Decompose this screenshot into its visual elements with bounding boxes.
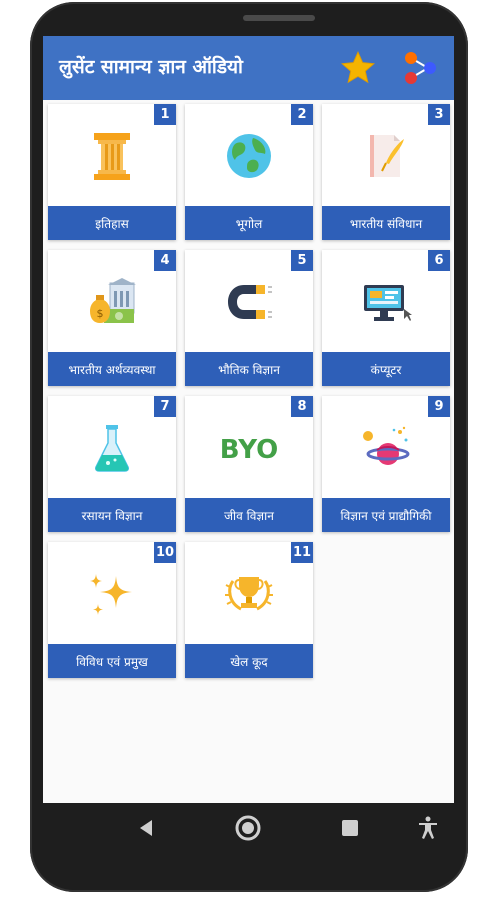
tile-label: जीव विज्ञान: [185, 498, 313, 532]
computer-icon: [364, 285, 412, 321]
tile-number: 8: [291, 396, 313, 417]
share-button[interactable]: [398, 46, 442, 90]
app-screen: लुसेंट सामान्य ज्ञान ऑडियो 1 इतिहास 2 भू…: [43, 36, 454, 803]
tile-number: 2: [291, 104, 313, 125]
favorite-button[interactable]: [336, 46, 380, 90]
tile-number: 11: [291, 542, 313, 563]
accessibility-icon: [419, 816, 437, 839]
tile-number: 7: [154, 396, 176, 417]
tile-label: भारतीय अर्थव्यवस्था: [48, 352, 176, 386]
tile-label: खेल कूद: [185, 644, 313, 678]
svg-text:BYO: BYO: [220, 435, 278, 465]
category-tile[interactable]: 1 इतिहास: [48, 104, 176, 240]
tile-label: भौतिक विज्ञान: [185, 352, 313, 386]
category-tile[interactable]: 11 खेल कूद: [185, 542, 313, 678]
magnet-icon: [228, 285, 272, 319]
flask-icon: [95, 425, 129, 472]
category-tile[interactable]: 9 विज्ञान एवं प्राद्यौगिकी: [322, 396, 450, 532]
svg-text:$: $: [97, 307, 104, 320]
share-icon: [405, 52, 436, 84]
category-tile[interactable]: 5 भौतिक विज्ञान: [185, 250, 313, 386]
home-circle-icon: [235, 815, 261, 841]
category-tile[interactable]: 2 भूगोल: [185, 104, 313, 240]
money-bank-icon: $: [90, 278, 136, 323]
sparkles-icon: [90, 574, 132, 615]
category-tile[interactable]: 4 $ भारतीय अर्थव्यवस्था: [48, 250, 176, 386]
phone-speaker: [243, 15, 315, 21]
system-nav-bar: [43, 803, 454, 853]
category-tile[interactable]: 3 भारतीय संविधान: [322, 104, 450, 240]
planet-icon: [363, 426, 410, 465]
tile-number: 10: [154, 542, 176, 563]
tile-label: कंप्यूटर: [322, 352, 450, 386]
tile-label: भूगोल: [185, 206, 313, 240]
recents-button[interactable]: [333, 811, 367, 845]
tile-label: रसायन विज्ञान: [48, 498, 176, 532]
tile-number: 1: [154, 104, 176, 125]
category-tile[interactable]: 6 कंप्यूटर: [322, 250, 450, 386]
star-icon: [341, 50, 375, 84]
tile-label: इतिहास: [48, 206, 176, 240]
tile-number: 4: [154, 250, 176, 271]
back-button[interactable]: [129, 811, 163, 845]
tile-number: 9: [428, 396, 450, 417]
square-icon: [342, 820, 358, 836]
app-title: लुसेंट सामान्य ज्ञान ऑडियो: [59, 56, 243, 78]
category-tile[interactable]: 7 रसायन विज्ञान: [48, 396, 176, 532]
accessibility-button[interactable]: [411, 811, 445, 845]
home-button[interactable]: [231, 811, 265, 845]
category-tile[interactable]: 10 विविध एवं प्रमुख: [48, 542, 176, 678]
document-quill-icon: [370, 135, 404, 177]
tile-label: विविध एवं प्रमुख: [48, 644, 176, 678]
category-tile[interactable]: 8 BYO जीव विज्ञान: [185, 396, 313, 532]
bio-icon: BYO: [220, 435, 278, 465]
back-triangle-icon: [140, 820, 152, 836]
app-bar: लुसेंट सामान्य ज्ञान ऑडियो: [43, 36, 454, 100]
tile-number: 6: [428, 250, 450, 271]
tile-number: 5: [291, 250, 313, 271]
tile-label: विज्ञान एवं प्राद्यौगिकी: [322, 498, 450, 532]
tile-number: 3: [428, 104, 450, 125]
globe-icon: [227, 134, 271, 178]
pillar-icon: [94, 133, 130, 180]
tile-label: भारतीय संविधान: [322, 206, 450, 240]
trophy-icon: [225, 577, 273, 611]
